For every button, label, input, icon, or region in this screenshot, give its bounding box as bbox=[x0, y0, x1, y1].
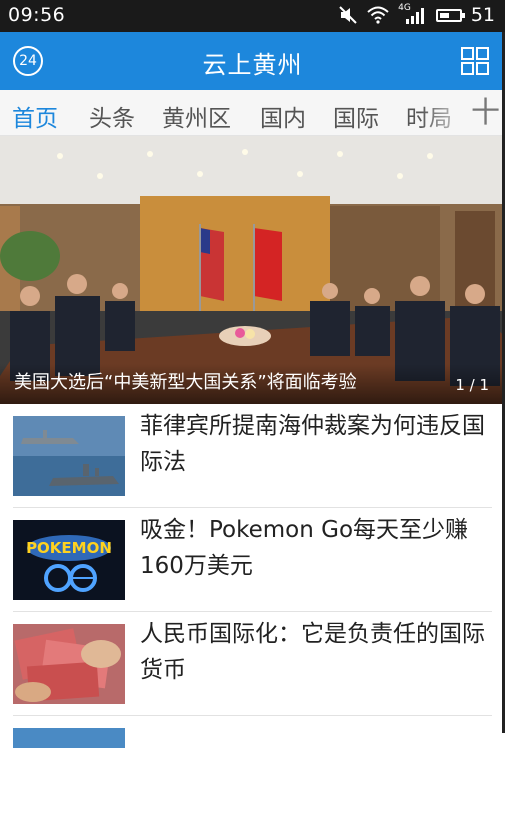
news-item[interactable]: POKEMON 吸金！Pokemon Go每天至少赚160万美元 bbox=[0, 508, 505, 612]
add-tab-button[interactable]: 十 bbox=[471, 96, 500, 128]
tab-headlines[interactable]: 头条 bbox=[89, 99, 135, 133]
news-headline: 菲律宾所提南海仲裁案为何违反国际法 bbox=[140, 413, 485, 475]
status-bar: 09:56 4G 51 bbox=[0, 0, 505, 32]
tab-huangzhou[interactable]: 黄州区 bbox=[162, 99, 231, 133]
status-time: 09:56 bbox=[8, 4, 66, 26]
hero-banner[interactable]: 美国大选后“中美新型大国关系”将面临考验 1 / 1 bbox=[0, 136, 505, 404]
tab-home[interactable]: 首页 bbox=[12, 99, 58, 133]
news-thumbnail bbox=[13, 624, 125, 704]
app-header: 24 云上黄州 bbox=[0, 32, 505, 90]
news-thumbnail bbox=[13, 416, 125, 496]
news-thumbnail bbox=[13, 728, 125, 748]
network-type: 4G bbox=[398, 3, 411, 13]
news-item[interactable] bbox=[0, 716, 505, 820]
tab-fade bbox=[420, 90, 475, 135]
battery-icon bbox=[435, 8, 465, 22]
wifi-icon bbox=[367, 6, 389, 24]
tab-international[interactable]: 国际 bbox=[333, 99, 379, 133]
hero-caption: 美国大选后“中美新型大国关系”将面临考验 bbox=[14, 372, 357, 393]
grid-menu-icon[interactable] bbox=[461, 47, 489, 75]
battery-level: 51 bbox=[470, 4, 495, 26]
hero-pager: 1 / 1 bbox=[455, 376, 489, 394]
cell-signal-icon: 4G bbox=[398, 3, 427, 24]
news-headline: 人民币国际化：它是负责任的国际货币 bbox=[140, 621, 485, 683]
svg-text:POKEMON: POKEMON bbox=[26, 539, 112, 557]
mute-icon bbox=[338, 5, 358, 25]
tab-domestic[interactable]: 国内 bbox=[260, 99, 306, 133]
news-item[interactable]: 菲律宾所提南海仲裁案为何违反国际法 bbox=[0, 404, 505, 508]
category-tabs: 首页 头条 黄州区 国内 国际 时局 十 bbox=[0, 90, 505, 136]
news-item[interactable]: 人民币国际化：它是负责任的国际货币 bbox=[0, 612, 505, 716]
news-thumbnail: POKEMON bbox=[13, 520, 125, 600]
news-headline: 吸金！Pokemon Go每天至少赚160万美元 bbox=[140, 517, 469, 579]
app-title: 云上黄州 bbox=[202, 51, 303, 79]
